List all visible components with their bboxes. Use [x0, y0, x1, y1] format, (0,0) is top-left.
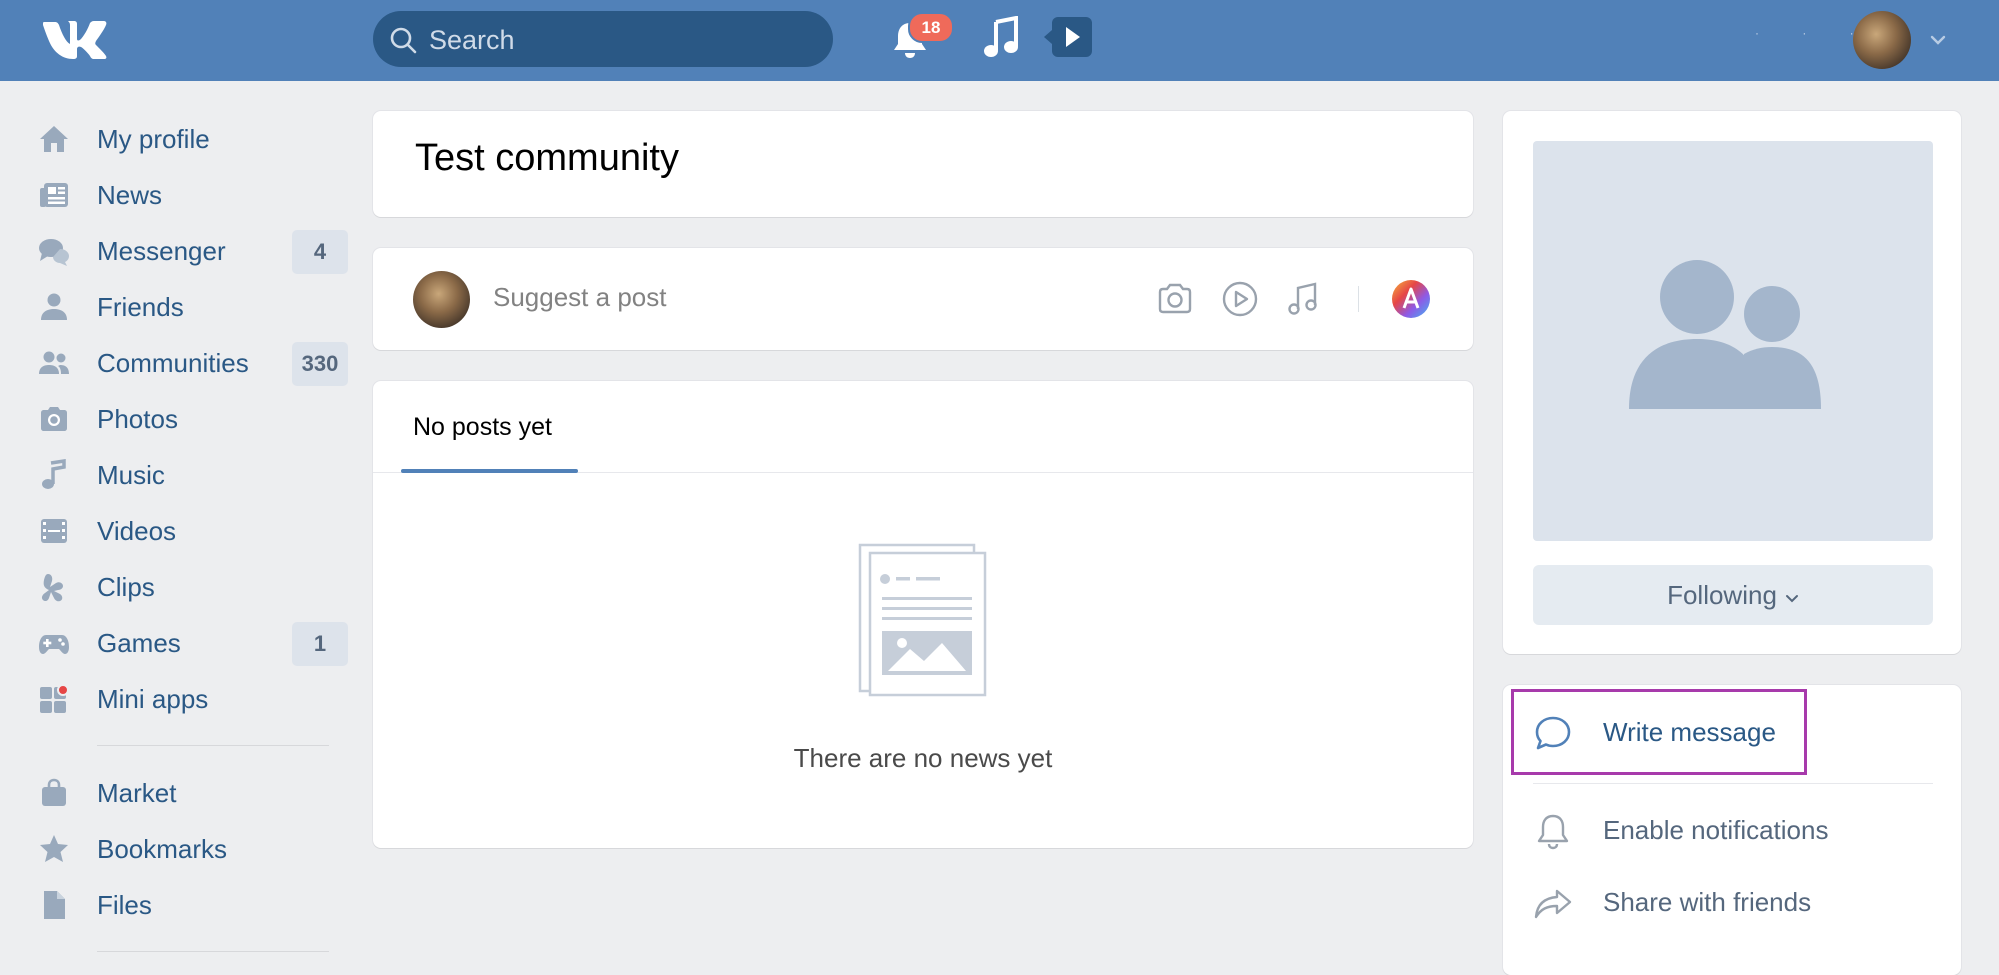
search-icon [390, 27, 417, 54]
suggest-post-input[interactable]: Suggest a post [493, 282, 666, 313]
music-note-icon [42, 459, 66, 489]
sidebar-item-label: Videos [97, 516, 177, 546]
sidebar-item-games[interactable]: Games 1 [38, 618, 348, 668]
sidebar-item-label: Photos [97, 404, 178, 434]
sidebar-item-mini-apps[interactable]: Mini apps [38, 674, 348, 724]
empty-feed-icon [858, 543, 987, 697]
user-avatar[interactable] [1853, 11, 1911, 69]
chevron-down-icon [1785, 594, 1798, 602]
toolbar-divider [1358, 286, 1359, 312]
chat-bubbles-icon [39, 239, 69, 266]
sidebar-item-label: Music [97, 460, 165, 490]
posts-card: No posts yet There are no news yet [373, 381, 1473, 848]
avatar[interactable] [413, 271, 470, 328]
community-avatar-card: Following [1503, 111, 1961, 654]
community-placeholder-icon [1629, 260, 1821, 409]
sidebar-item-label: Communities [97, 348, 249, 378]
sidebar-divider [97, 745, 329, 746]
notifications-count-badge: 18 [908, 12, 954, 43]
sidebar-item-label: Clips [97, 572, 155, 602]
share-with-friends-button[interactable]: Share with friends [1533, 873, 1933, 929]
music-player-icon[interactable] [982, 16, 1022, 60]
chevron-down-icon[interactable] [1928, 30, 1948, 50]
share-arrow-icon [1534, 889, 1572, 919]
vk-logo-icon[interactable] [42, 17, 110, 59]
count-badge: 1 [292, 622, 348, 666]
sidebar-item-market[interactable]: Market [38, 768, 348, 818]
empty-state-text: There are no news yet [793, 743, 1053, 773]
camera-icon [41, 407, 67, 431]
sidebar-item-bookmarks[interactable]: Bookmarks [38, 824, 348, 874]
sidebar-item-friends[interactable]: Friends [38, 282, 348, 332]
newspaper-icon [40, 183, 68, 207]
gamepad-icon [39, 635, 69, 654]
unread-count-badge: 4 [292, 230, 348, 274]
sidebar-item-label: News [97, 180, 163, 210]
sidebar-item-messenger[interactable]: Messenger 4 [38, 226, 348, 276]
write-message-button[interactable]: Write message [1533, 703, 1933, 759]
star-icon [40, 835, 68, 862]
following-dropdown-button[interactable]: Following [1533, 565, 1933, 625]
camera-icon[interactable] [1155, 279, 1195, 319]
message-bubble-icon [1535, 716, 1571, 750]
tab-no-posts[interactable]: No posts yet [413, 413, 552, 442]
sidebar-item-files[interactable]: Files [38, 880, 348, 930]
sidebar-item-label: Bookmarks [97, 834, 228, 864]
sidebar-item-label: Games [97, 628, 181, 658]
music-note-icon[interactable] [1283, 279, 1323, 319]
action-label: Write message [1603, 717, 1776, 747]
community-actions-card: Write message Enable notifications Share… [1503, 685, 1961, 975]
person-icon [41, 293, 67, 320]
video-play-icon[interactable] [1220, 279, 1260, 319]
sidebar-item-label: Friends [97, 292, 184, 322]
sidebar-item-label: My profile [97, 124, 210, 154]
sidebar-item-news[interactable]: News [38, 170, 348, 220]
home-icon [40, 126, 68, 152]
sidebar-item-label: Mini apps [97, 684, 209, 714]
search-input[interactable] [427, 19, 811, 61]
sidebar-item-videos[interactable]: Videos [38, 506, 348, 556]
sidebar-item-music[interactable]: Music [38, 450, 348, 500]
sidebar-item-label: Messenger [97, 236, 226, 266]
count-badge: 330 [292, 342, 348, 386]
sidebar-item-clips[interactable]: Clips [38, 562, 348, 612]
community-header-card: Test community [373, 111, 1473, 217]
sidebar-item-communities[interactable]: Communities 330 [38, 338, 348, 388]
file-icon [44, 891, 65, 919]
search-bar[interactable] [373, 11, 833, 67]
actions-divider [1533, 783, 1933, 784]
enable-notifications-button[interactable]: Enable notifications [1533, 801, 1933, 857]
people-icon [39, 351, 69, 374]
bell-icon [1537, 814, 1569, 850]
ai-assistant-icon[interactable] [1391, 279, 1431, 319]
sidebar-item-my-profile[interactable]: My profile [38, 114, 348, 164]
apps-grid-icon [40, 684, 69, 713]
video-player-icon[interactable] [1042, 14, 1094, 60]
sidebar-item-photos[interactable]: Photos [38, 394, 348, 444]
community-avatar-placeholder[interactable] [1533, 141, 1933, 541]
active-tab-indicator [401, 469, 578, 473]
action-label: Enable notifications [1603, 815, 1829, 845]
community-title: Test community [415, 137, 679, 179]
action-label: Share with friends [1603, 887, 1812, 917]
top-bar: 18 · · · [0, 0, 1999, 81]
shopping-bag-icon [42, 778, 66, 806]
sidebar-item-label: Files [97, 890, 152, 920]
sidebar-divider [97, 951, 329, 952]
clips-icon [41, 574, 63, 602]
film-icon [41, 519, 67, 543]
sidebar-item-label: Market [97, 778, 177, 808]
following-label: Following [1667, 579, 1777, 610]
suggest-post-card: Suggest a post [373, 248, 1473, 350]
